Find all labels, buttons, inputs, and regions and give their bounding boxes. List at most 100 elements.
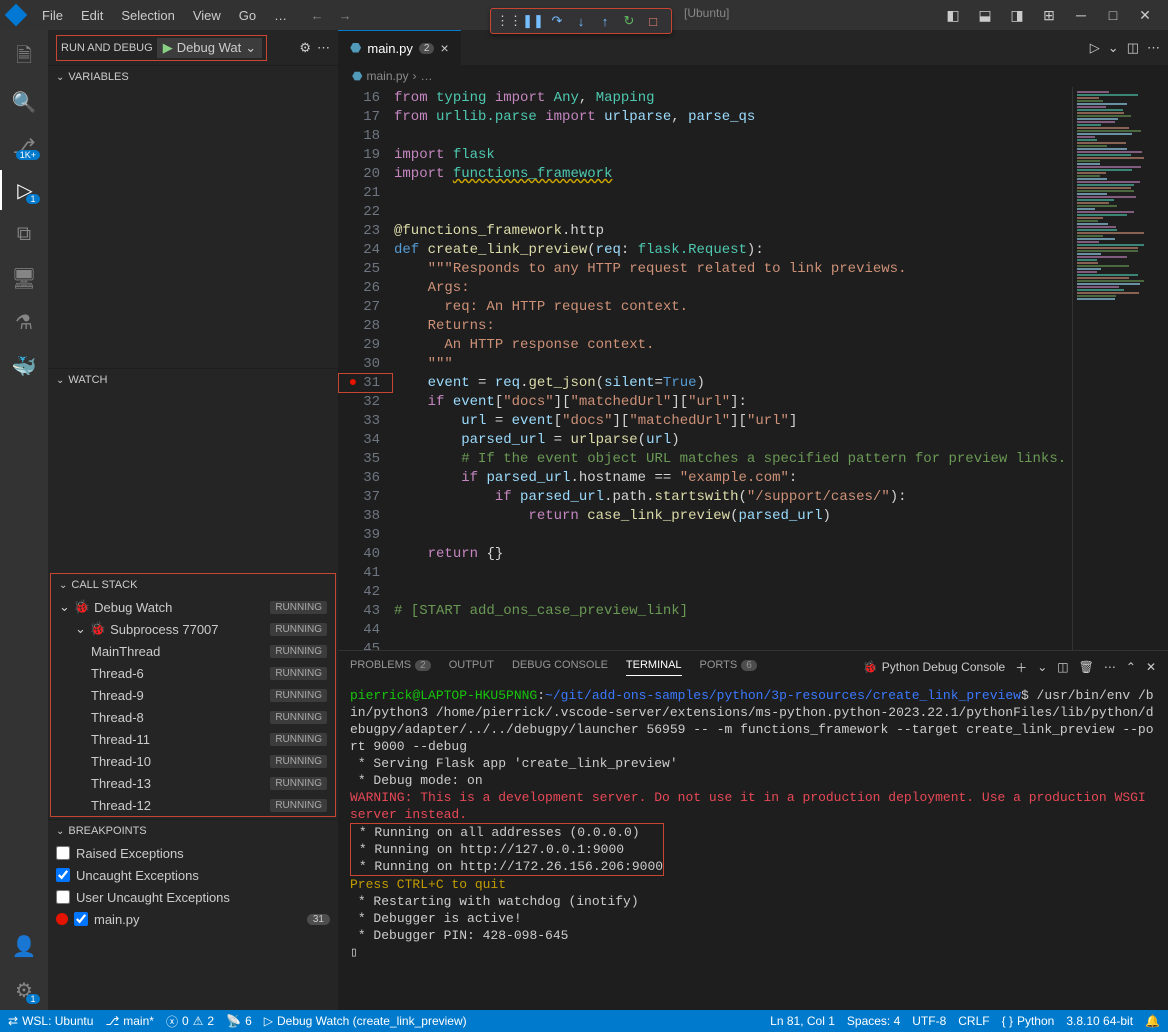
more-icon[interactable]: ⋯ [1104,660,1116,674]
layout-primary-icon[interactable]: ◧ [938,4,968,26]
cursor-pos[interactable]: Ln 81, Col 1 [770,1014,835,1028]
sidebar-title: RUN AND DEBUG [61,42,153,54]
menu-selection[interactable]: Selection [113,4,182,27]
breadcrumb[interactable]: ⬣ main.py › … [338,65,1168,87]
step-out-icon[interactable]: ↑ [593,9,617,33]
stop-icon[interactable]: □ [641,9,665,33]
breakpoint-item[interactable]: Uncaught Exceptions [48,864,338,886]
activity-explorer[interactable]: 🗎 [0,38,48,78]
gear-icon[interactable]: ⚙ [299,40,311,56]
callstack-item[interactable]: MainThreadRUNNING [51,640,335,662]
callstack-header[interactable]: ⌄CALL STACK [51,574,335,596]
callstack-item[interactable]: Thread-11RUNNING [51,728,335,750]
debug-toolbar[interactable]: ⋮⋮ ❚❚ ↷ ↓ ↑ ↻ □ [490,8,672,34]
callstack-item[interactable]: Thread-6RUNNING [51,662,335,684]
menu-file[interactable]: File [34,4,71,27]
activity-testing[interactable]: ⚗ [0,302,48,342]
callstack-item[interactable]: ⌄ 🐞 Subprocess 77007RUNNING [51,618,335,640]
panel-tab-output[interactable]: OUTPUT [449,659,494,675]
panel-tab-problems[interactable]: PROBLEMS 2 [350,659,431,675]
breakpoint-item[interactable]: main.py31 [48,908,338,930]
debug-config-select[interactable]: ▶ Debug Wat ⌄ [157,38,262,58]
callstack-item[interactable]: ⌄ 🐞 Debug WatchRUNNING [51,596,335,618]
maximize-icon[interactable]: □ [1098,4,1128,26]
watch-header[interactable]: ⌄WATCH [48,369,338,391]
nav-back-icon[interactable]: ← [305,3,329,27]
menu-view[interactable]: View [185,4,229,27]
code-editor[interactable]: 161718192021222324252627282930●313233343… [338,87,1168,650]
menu-go[interactable]: Go [231,4,264,27]
activity-extensions[interactable]: ⧉ [0,214,48,254]
vscode-logo-icon [5,4,28,27]
split-terminal-icon[interactable]: ◫ [1057,660,1068,674]
python-file-icon: ⬣ [352,69,362,83]
panel-tab-terminal[interactable]: TERMINAL [626,659,682,676]
chevron-down-icon[interactable]: ⌄ [1108,40,1119,56]
git-branch[interactable]: ⎇main* [105,1014,154,1028]
eol[interactable]: CRLF [958,1014,989,1028]
panel-tab-ports[interactable]: PORTS 6 [700,659,757,675]
callstack-item[interactable]: Thread-10RUNNING [51,750,335,772]
status-bar: ⇄WSL: Ubuntu ⎇main* ⓧ0 ⚠2 📡 6 ▷ Debug Wa… [0,1010,1168,1032]
debug-console-icon: 🐞 Python Debug Console [863,660,1005,674]
step-over-icon[interactable]: ↷ [545,9,569,33]
callstack-item[interactable]: Thread-12RUNNING [51,794,335,816]
debug-config-label: Debug Wat [177,40,242,55]
callstack-item[interactable]: Thread-9RUNNING [51,684,335,706]
terminal[interactable]: pierrick@LAPTOP-HKU5PNNG:~/git/add-ons-s… [338,683,1168,1010]
title-suffix: [Ubuntu] [684,6,729,20]
breakpoint-item[interactable]: Raised Exceptions [48,842,338,864]
activity-search[interactable]: 🔍 [0,82,48,122]
maximize-panel-icon[interactable]: ⌃ [1126,660,1136,674]
minimize-icon[interactable]: ─ [1066,4,1096,26]
activity-settings[interactable]: ⚙1 [0,970,48,1010]
nav-fwd-icon[interactable]: → [333,3,357,27]
editor-tabs: ⬣ main.py 2 × ▷ ⌄ ◫ ⋯ [338,30,1168,65]
more-icon[interactable]: ⋯ [317,40,330,56]
layout-panel-icon[interactable]: ⬓ [970,4,1000,26]
step-into-icon[interactable]: ↓ [569,9,593,33]
layout-custom-icon[interactable]: ⊞ [1034,4,1064,26]
tab-badge: 2 [419,43,435,54]
activity-remote[interactable]: 🖥 [0,258,48,298]
tab-close-icon[interactable]: × [440,40,448,56]
problems-status[interactable]: ⓧ0 ⚠2 [166,1013,214,1030]
breakpoints-header[interactable]: ⌄BREAKPOINTS [48,820,338,842]
variables-header[interactable]: ⌄VARIABLES [48,66,338,88]
python-interpreter[interactable]: 3.8.10 64-bit [1066,1014,1133,1028]
remote-icon: ⇄ [8,1014,18,1028]
debug-status[interactable]: ▷ Debug Watch (create_link_preview) [264,1014,467,1028]
activity-bar: 🗎🔍⎇1K+▷1⧉🖥⚗🐳 👤⚙1 [0,30,48,1010]
remote-indicator[interactable]: ⇄WSL: Ubuntu [8,1014,93,1028]
restart-icon[interactable]: ↻ [617,9,641,33]
menu-…[interactable]: … [266,4,295,27]
activity-accounts[interactable]: 👤 [0,926,48,966]
layout-secondary-icon[interactable]: ◨ [1002,4,1032,26]
run-icon[interactable]: ▷ [1090,40,1100,56]
ports-status[interactable]: 📡 6 [226,1014,252,1028]
encoding[interactable]: UTF-8 [912,1014,946,1028]
minimap[interactable] [1072,87,1168,650]
activity-source-control[interactable]: ⎇1K+ [0,126,48,166]
spaces[interactable]: Spaces: 4 [847,1014,900,1028]
breakpoint-item[interactable]: User Uncaught Exceptions [48,886,338,908]
drag-handle-icon[interactable]: ⋮⋮ [497,9,521,33]
split-editor-icon[interactable]: ◫ [1127,40,1139,56]
more-icon[interactable]: ⋯ [1147,40,1160,56]
activity-docker[interactable]: 🐳 [0,346,48,386]
close-panel-icon[interactable]: ✕ [1146,660,1156,674]
menu-edit[interactable]: Edit [73,4,111,27]
trash-icon[interactable]: 🗑 [1079,660,1094,674]
new-terminal-icon[interactable]: ＋ [1015,659,1027,676]
chevron-down-icon[interactable]: ⌄ [1037,660,1047,674]
panel-tab-debug-console[interactable]: DEBUG CONSOLE [512,659,608,675]
close-icon[interactable]: ✕ [1130,4,1160,26]
pause-icon[interactable]: ❚❚ [521,9,545,33]
notifications-icon[interactable]: 🔔 [1145,1014,1160,1028]
activity-run-debug[interactable]: ▷1 [0,170,48,210]
branch-icon: ⎇ [105,1014,119,1028]
callstack-item[interactable]: Thread-13RUNNING [51,772,335,794]
lang-mode[interactable]: { } Python [1002,1014,1055,1028]
tab-main-py[interactable]: ⬣ main.py 2 × [338,30,461,65]
callstack-item[interactable]: Thread-8RUNNING [51,706,335,728]
